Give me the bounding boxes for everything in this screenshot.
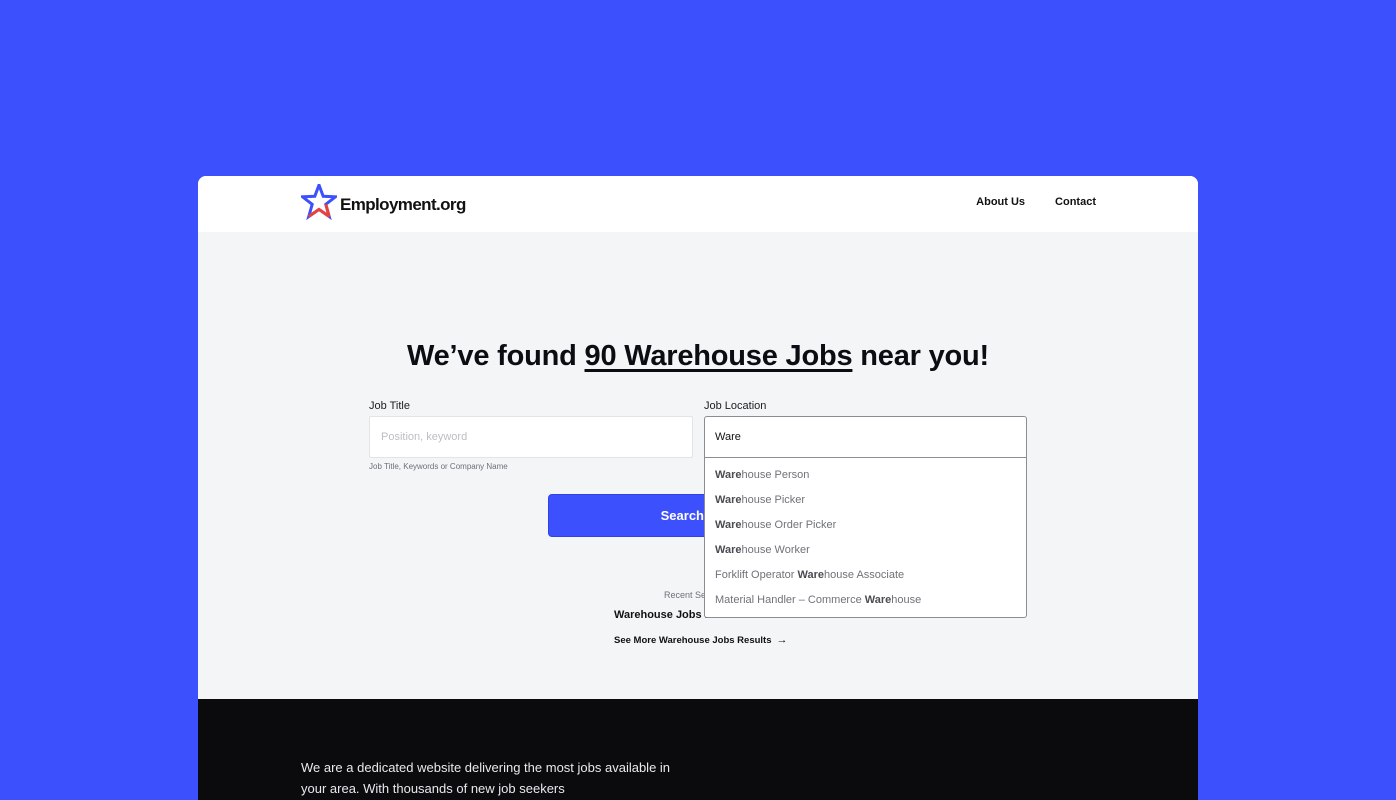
- arrow-right-icon: →: [776, 634, 788, 646]
- see-more-link[interactable]: See More Warehouse Jobs Results →: [614, 634, 788, 646]
- recent-search-link[interactable]: Warehouse Jobs i: [614, 609, 708, 621]
- suggestion-item[interactable]: Warehouse Person: [705, 465, 1026, 490]
- main-nav: About Us Contact: [976, 196, 1096, 208]
- title-prefix: We’ve found: [406, 340, 585, 372]
- footer-description: We are a dedicated website delivering th…: [301, 760, 671, 796]
- browser-frame: Employment.org About Us Contact We’ve fo…: [198, 176, 1198, 800]
- job-location-input[interactable]: Ware: [705, 417, 1026, 458]
- nav-about-us[interactable]: About Us: [976, 196, 1025, 208]
- suggestion-item[interactable]: Forklift Operator Warehouse Associate: [705, 565, 1026, 590]
- location-suggestions: Warehouse Person Warehouse Picker Wareho…: [705, 458, 1026, 615]
- job-count-link[interactable]: 90 Warehouse Jobs: [585, 340, 853, 372]
- job-title-label: Job Title: [369, 400, 410, 412]
- site-header: Employment.org About Us Contact: [198, 176, 1198, 232]
- job-title-input[interactable]: Position, keyword: [369, 416, 693, 458]
- job-title-helper: Job Title, Keywords or Company Name: [369, 462, 508, 471]
- suggestion-item[interactable]: Material Handler – Commerce Warehouse: [705, 590, 1026, 615]
- suggestion-item[interactable]: Warehouse Worker: [705, 540, 1026, 565]
- see-more-label: See More Warehouse Jobs Results: [614, 634, 772, 646]
- recent-searches-label: Recent Se: [664, 590, 707, 600]
- suggestion-item[interactable]: Warehouse Picker: [705, 490, 1026, 515]
- page-title: We’ve found 90 Warehouse Jobs near you!: [198, 340, 1198, 373]
- job-location-combobox: Ware Warehouse Person Warehouse Picker W…: [704, 416, 1027, 618]
- nav-contact[interactable]: Contact: [1055, 196, 1096, 208]
- title-suffix: near you!: [852, 340, 990, 372]
- suggestion-item[interactable]: Warehouse Order Picker: [705, 515, 1026, 540]
- brand-name: Employment.org: [340, 195, 466, 214]
- search-button[interactable]: Search: [548, 494, 718, 537]
- site-footer: We are a dedicated website delivering th…: [198, 699, 1198, 800]
- logo[interactable]: Employment.org: [301, 184, 466, 220]
- job-location-label: Job Location: [704, 400, 767, 412]
- star-logo-icon: [301, 184, 337, 220]
